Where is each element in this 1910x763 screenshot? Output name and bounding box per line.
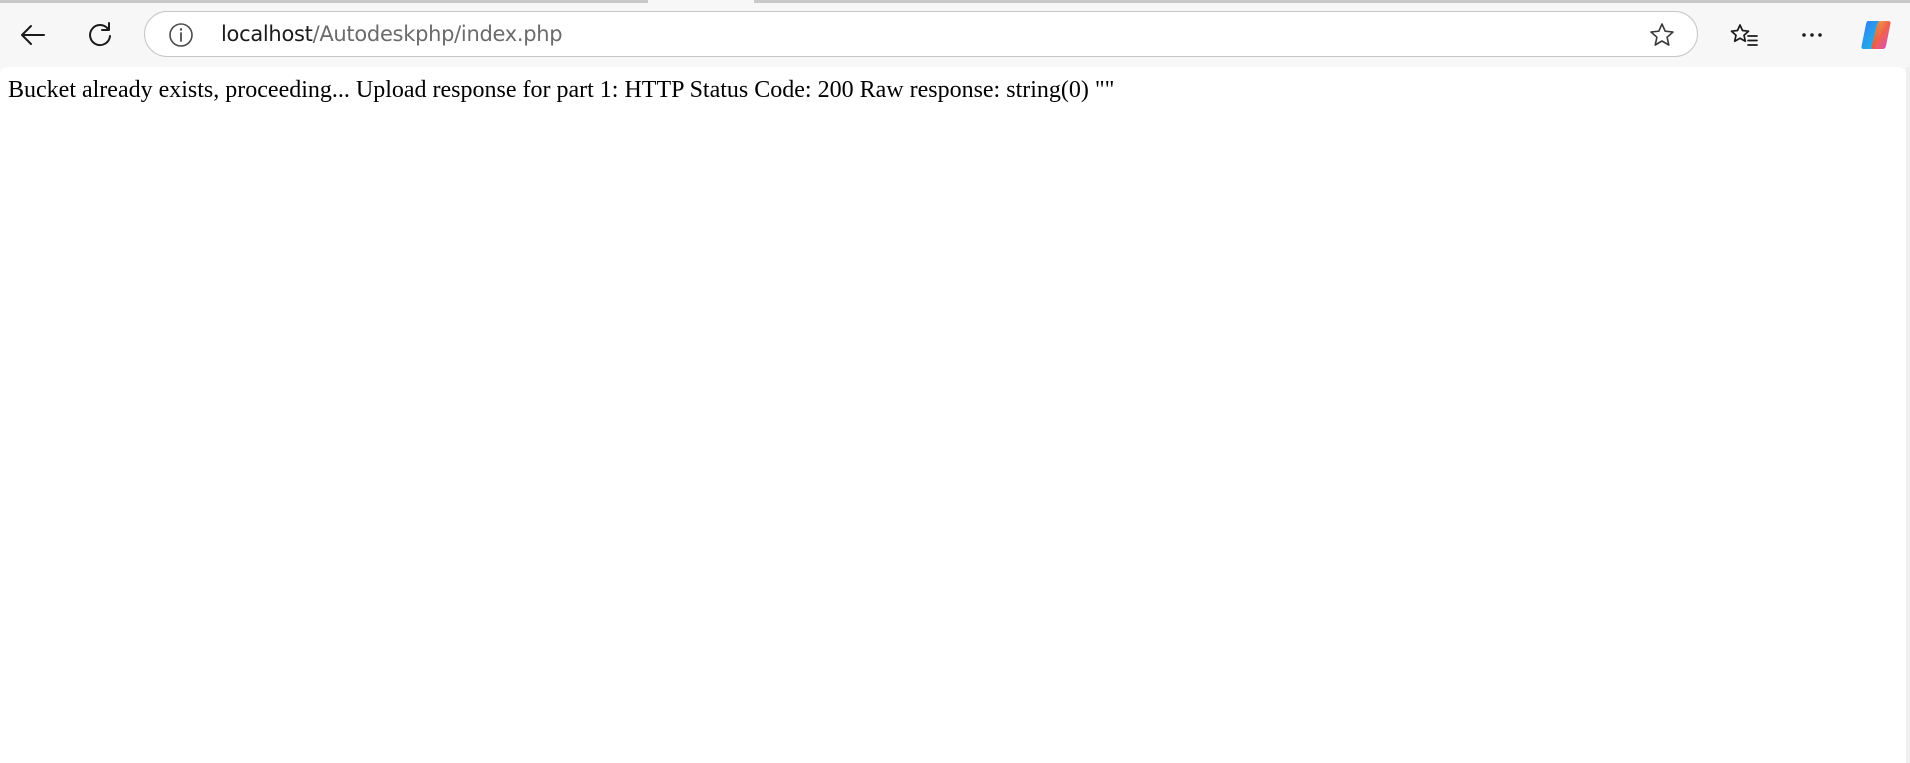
url-host: localhost — [221, 22, 313, 46]
site-info-button[interactable] — [165, 19, 197, 51]
back-arrow-icon — [21, 25, 45, 45]
url-path: /Autodeskphp/index.php — [312, 22, 563, 46]
info-icon — [169, 23, 193, 47]
add-favorite-button[interactable] — [1645, 18, 1679, 52]
star-outline-icon — [1650, 23, 1674, 46]
browser-toolbar: localhost/Autodeskphp/index.php — [0, 3, 1910, 66]
browser-window: localhost/Autodeskphp/index.php Bucket a… — [0, 0, 1910, 763]
settings-and-more-button[interactable] — [1790, 15, 1834, 55]
page-content: Bucket already exists, proceeding... Upl… — [0, 67, 1906, 763]
copilot-icon — [1861, 21, 1891, 49]
ellipsis-icon — [1802, 33, 1822, 37]
back-button[interactable] — [11, 15, 55, 55]
reload-icon — [89, 22, 111, 47]
favorites-list-icon — [1730, 24, 1758, 46]
copilot-button[interactable] — [1854, 15, 1898, 55]
php-output-text: Bucket already exists, proceeding... Upl… — [8, 77, 1115, 103]
scrollbar-gutter[interactable] — [1906, 67, 1910, 763]
url-text[interactable]: localhost/Autodeskphp/index.php — [221, 12, 563, 56]
address-bar[interactable]: localhost/Autodeskphp/index.php — [144, 11, 1698, 57]
reload-button[interactable] — [78, 15, 122, 55]
favorites-button[interactable] — [1722, 15, 1766, 55]
